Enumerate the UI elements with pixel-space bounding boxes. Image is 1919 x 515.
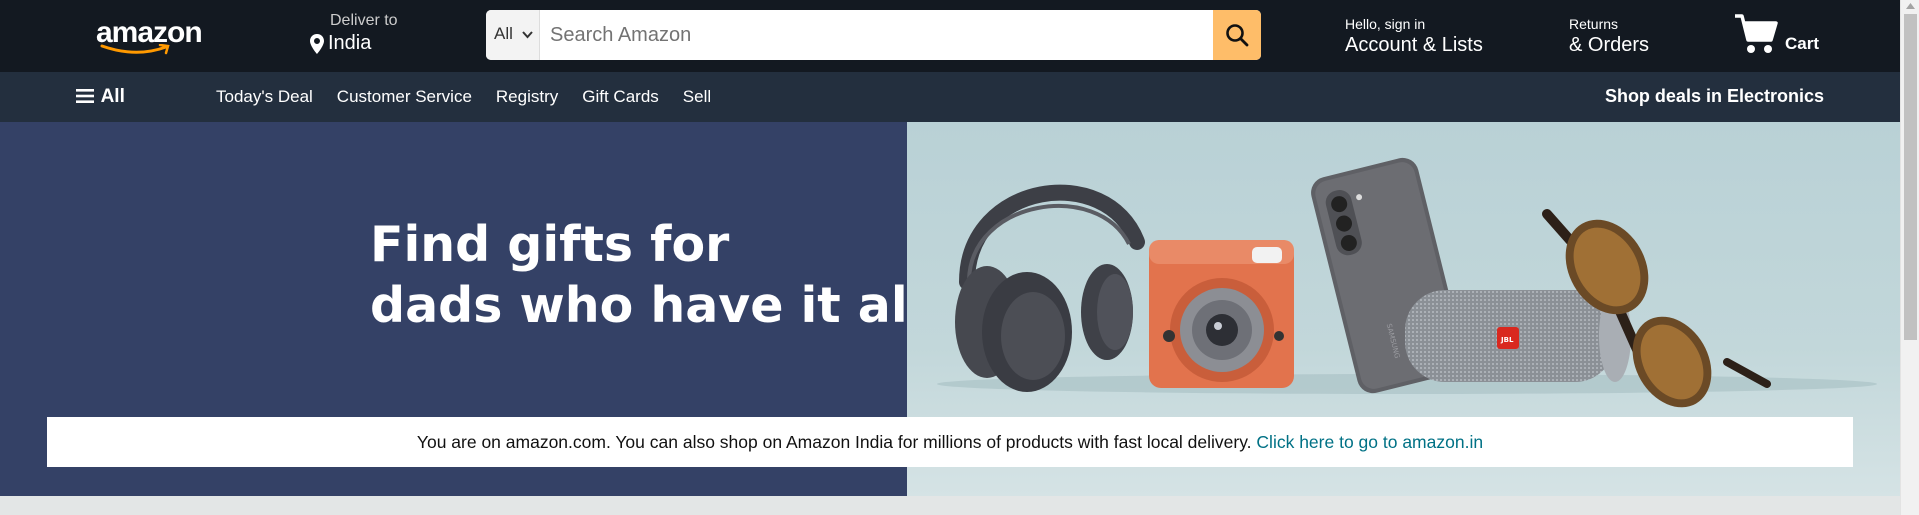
- nav-link-sell[interactable]: Sell: [683, 87, 711, 107]
- deliver-to-country: India: [328, 32, 372, 54]
- vertical-scrollbar[interactable]: [1900, 0, 1919, 515]
- deliver-to-label: Deliver to: [330, 12, 398, 29]
- search-category-value: All: [494, 24, 513, 43]
- returns-label: Returns: [1569, 16, 1619, 32]
- search-input[interactable]: [542, 10, 1194, 60]
- search-category-select[interactable]: All: [486, 10, 540, 60]
- account-label: Account & Lists: [1345, 34, 1483, 56]
- hero-title-line-1: Find gifts for: [370, 216, 730, 273]
- shop-deals-electronics-link[interactable]: Shop deals in Electronics: [1605, 86, 1824, 107]
- returns-and-orders[interactable]: Returns & Orders: [1569, 16, 1649, 57]
- nav-link-todays-deal[interactable]: Today's Deal: [216, 87, 313, 107]
- search-button[interactable]: [1213, 10, 1261, 60]
- account-and-lists[interactable]: Hello, sign in Account & Lists: [1345, 16, 1483, 57]
- location-pin-icon: [310, 34, 324, 54]
- all-menu-label: All: [100, 86, 125, 107]
- cart-icon: [1735, 14, 1778, 53]
- scrollbar-thumb[interactable]: [1904, 14, 1917, 340]
- orders-label: & Orders: [1569, 34, 1650, 56]
- amazon-page: amazon Deliver to India All Search Amazo…: [0, 0, 1900, 515]
- page-background-strip: [0, 496, 1900, 515]
- instant-camera-image: [1149, 240, 1294, 388]
- amazon-in-link[interactable]: Click here to go to amazon.in: [1256, 432, 1483, 452]
- logo-smile-icon: [100, 44, 170, 55]
- top-nav-bar: amazon Deliver to India All Search Amazo…: [0, 0, 1900, 72]
- chevron-down-icon: [522, 31, 533, 39]
- scroll-up-arrow-icon[interactable]: [1906, 3, 1915, 9]
- svg-text:JBL: JBL: [1500, 336, 1514, 344]
- amazon-india-notice: You are on amazon.com. You can also shop…: [47, 417, 1853, 467]
- search-bar: All: [486, 10, 1261, 60]
- hamburger-menu-icon: [76, 89, 94, 103]
- cart-label: Cart: [1785, 34, 1820, 53]
- nav-link-registry[interactable]: Registry: [496, 87, 558, 107]
- subnav-links: Today's Deal Customer Service Registry G…: [216, 87, 735, 107]
- amazon-logo[interactable]: amazon: [96, 14, 203, 58]
- headphones-image: [955, 184, 1145, 392]
- hero-title: Find gifts for dads who have it all: [370, 214, 925, 336]
- nav-link-customer-service[interactable]: Customer Service: [337, 87, 472, 107]
- secondary-nav-bar: All Today's Deal Customer Service Regist…: [0, 72, 1900, 122]
- cart-button[interactable]: Cart: [1733, 10, 1833, 60]
- hero-title-line-2: dads who have it all: [370, 277, 925, 334]
- account-greeting: Hello, sign in: [1345, 16, 1426, 32]
- all-menu-button[interactable]: All: [76, 86, 125, 108]
- notice-text: You are on amazon.com. You can also shop…: [416, 432, 1257, 452]
- nav-link-gift-cards[interactable]: Gift Cards: [582, 87, 659, 107]
- search-icon: [1226, 24, 1249, 47]
